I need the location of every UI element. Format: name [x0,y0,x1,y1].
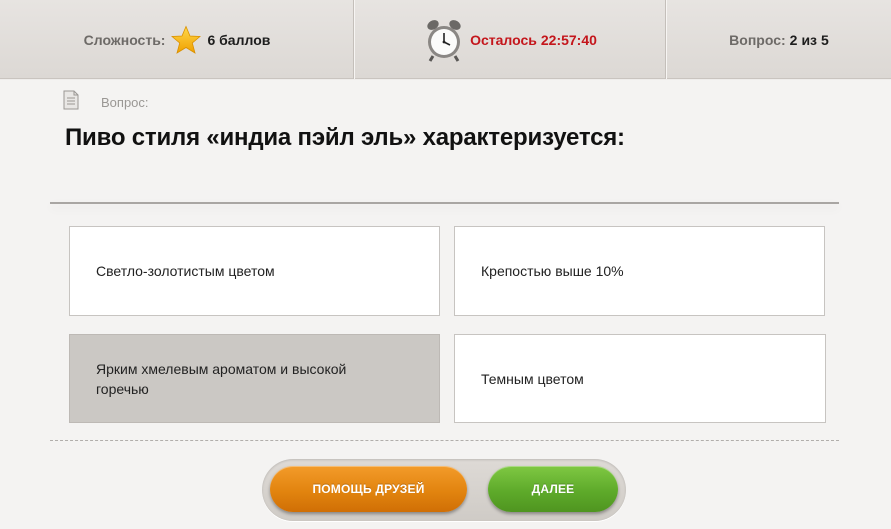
next-button[interactable]: ДАЛЕЕ [488,466,618,512]
divider [50,202,839,204]
answer-option-3[interactable]: Ярким хмелевым ароматом и высокой горечь… [69,334,440,423]
question-counter-section: Вопрос: 2 из 5 [667,0,891,79]
timer-section: Осталось 22:57:40 [355,0,667,79]
timer-value: 22:57:40 [540,31,597,48]
answer-option-1[interactable]: Светло-золотистым цветом [69,226,440,316]
question-counter-label: Вопрос: [729,31,786,48]
difficulty-section: Сложность: 6 баллов [0,0,355,79]
answer-option-label: Светло-золотистым цветом [96,263,275,279]
question-label: Вопрос: [101,95,149,110]
answer-option-label: Темным цветом [481,370,584,387]
alarm-clock-icon [427,19,461,62]
document-icon [63,90,79,110]
question-total: 5 [821,31,829,48]
top-bar: Сложность: 6 баллов Осталось 22:57:40 Во… [0,0,891,79]
star-icon [171,24,202,54]
answer-option-4[interactable]: Темным цветом [454,334,826,423]
timer-label: Осталось [470,31,537,48]
answer-option-2[interactable]: Крепостью выше 10% [454,226,825,316]
help-friends-button[interactable]: ПОМОЩЬ ДРУЗЕЙ [270,466,467,512]
answer-option-label: Крепостью выше 10% [481,263,624,279]
question-title: Пиво стиля «индиа пэйл эль» характеризуе… [65,124,625,151]
answer-option-label: Ярким хмелевым ароматом и высокой горечь… [96,360,347,397]
question-of: из [801,31,818,48]
difficulty-label: Сложность: [83,31,166,48]
dashed-divider [50,440,839,441]
difficulty-value: 6 баллов [207,31,271,48]
question-current: 2 [789,31,798,48]
